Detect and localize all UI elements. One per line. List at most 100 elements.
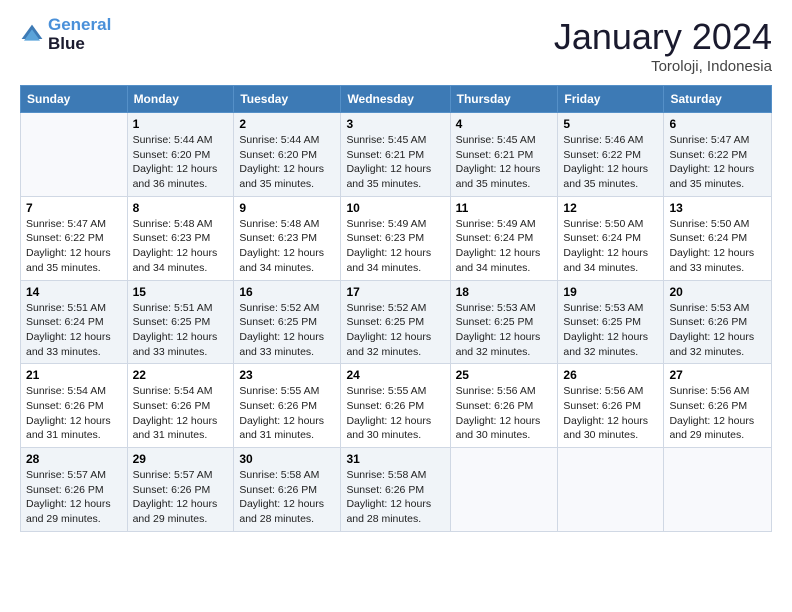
day-number: 22 <box>133 368 229 382</box>
calendar-cell: 9Sunrise: 5:48 AMSunset: 6:23 PMDaylight… <box>234 196 341 280</box>
day-info: Sunrise: 5:54 AMSunset: 6:26 PMDaylight:… <box>26 384 122 443</box>
day-number: 25 <box>456 368 553 382</box>
day-info: Sunrise: 5:47 AMSunset: 6:22 PMDaylight:… <box>669 133 766 192</box>
calendar-cell: 13 Sunrise: 5:50 AMSunset: 6:24 PMDayligh… <box>664 196 772 280</box>
calendar-cell: 28 Sunrise: 5:57 AMSunset: 6:26 PMDayligh… <box>21 448 128 532</box>
calendar-cell: 1 Sunrise: 5:44 AMSunset: 6:20 PMDaylight… <box>127 113 234 197</box>
day-number: 28 <box>26 452 122 466</box>
day-info: Sunrise: 5:45 AMSunset: 6:21 PMDaylight:… <box>456 133 553 192</box>
calendar-cell <box>450 448 558 532</box>
calendar-cell: 30 Sunrise: 5:58 AMSunset: 6:26 PMDayligh… <box>234 448 341 532</box>
day-number: 30 <box>239 452 335 466</box>
calendar-cell: 22 Sunrise: 5:54 AMSunset: 6:26 PMDayligh… <box>127 364 234 448</box>
day-info: Sunrise: 5:53 AMSunset: 6:25 PMDaylight:… <box>563 301 658 360</box>
calendar-week-row: 28 Sunrise: 5:57 AMSunset: 6:26 PMDayligh… <box>21 448 772 532</box>
day-number: 19 <box>563 285 658 299</box>
calendar-cell: 16 Sunrise: 5:52 AMSunset: 6:25 PMDayligh… <box>234 280 341 364</box>
day-info: Sunrise: 5:49 AMSunset: 6:24 PMDaylight:… <box>456 217 553 276</box>
day-info: Sunrise: 5:55 AMSunset: 6:26 PMDaylight:… <box>239 384 335 443</box>
page-header: General Blue January 2024 Toroloji, Indo… <box>20 16 772 75</box>
calendar-cell: 18 Sunrise: 5:53 AMSunset: 6:25 PMDayligh… <box>450 280 558 364</box>
calendar-cell: 4 Sunrise: 5:45 AMSunset: 6:21 PMDaylight… <box>450 113 558 197</box>
day-number: 5 <box>563 117 658 131</box>
column-header-sunday: Sunday <box>21 86 128 113</box>
column-header-friday: Friday <box>558 86 664 113</box>
calendar-cell: 31 Sunrise: 5:58 AMSunset: 6:26 PMDayligh… <box>341 448 450 532</box>
day-info: Sunrise: 5:50 AMSunset: 6:24 PMDaylight:… <box>563 217 658 276</box>
calendar-cell: 21 Sunrise: 5:54 AMSunset: 6:26 PMDayligh… <box>21 364 128 448</box>
day-number: 2 <box>239 117 335 131</box>
day-number: 18 <box>456 285 553 299</box>
day-info: Sunrise: 5:52 AMSunset: 6:25 PMDaylight:… <box>239 301 335 360</box>
logo-text-line2: Blue <box>48 35 111 54</box>
day-number: 17 <box>346 285 444 299</box>
calendar-cell: 7 Sunrise: 5:47 AMSunset: 6:22 PMDaylight… <box>21 196 128 280</box>
calendar-cell: 23 Sunrise: 5:55 AMSunset: 6:26 PMDayligh… <box>234 364 341 448</box>
day-number: 23 <box>239 368 335 382</box>
day-number: 24 <box>346 368 444 382</box>
calendar-cell: 10 Sunrise: 5:49 AMSunset: 6:23 PMDayligh… <box>341 196 450 280</box>
calendar-cell <box>558 448 664 532</box>
day-info: Sunrise: 5:56 AMSunset: 6:26 PMDaylight:… <box>669 384 766 443</box>
day-info: Sunrise: 5:58 AMSunset: 6:26 PMDaylight:… <box>346 468 444 527</box>
day-info: Sunrise: 5:47 AMSunset: 6:22 PMDaylight:… <box>26 217 122 276</box>
calendar-cell: 12 Sunrise: 5:50 AMSunset: 6:24 PMDayligh… <box>558 196 664 280</box>
day-info: Sunrise: 5:51 AMSunset: 6:25 PMDaylight:… <box>133 301 229 360</box>
day-info: Sunrise: 5:53 AMSunset: 6:26 PMDaylight:… <box>669 301 766 360</box>
calendar-cell: 26Sunrise: 5:56 AMSunset: 6:26 PMDayligh… <box>558 364 664 448</box>
day-info: Sunrise: 5:50 AMSunset: 6:24 PMDaylight:… <box>669 217 766 276</box>
day-number: 4 <box>456 117 553 131</box>
day-number: 7 <box>26 201 122 215</box>
day-number: 3 <box>346 117 444 131</box>
calendar-week-row: 21 Sunrise: 5:54 AMSunset: 6:26 PMDayligh… <box>21 364 772 448</box>
calendar-week-row: 1 Sunrise: 5:44 AMSunset: 6:20 PMDaylight… <box>21 113 772 197</box>
calendar-cell: 29 Sunrise: 5:57 AMSunset: 6:26 PMDayligh… <box>127 448 234 532</box>
day-number: 1 <box>133 117 229 131</box>
day-number: 16 <box>239 285 335 299</box>
day-info: Sunrise: 5:57 AMSunset: 6:26 PMDaylight:… <box>26 468 122 527</box>
column-header-monday: Monday <box>127 86 234 113</box>
day-info: Sunrise: 5:49 AMSunset: 6:23 PMDaylight:… <box>346 217 444 276</box>
day-number: 10 <box>346 201 444 215</box>
day-number: 15 <box>133 285 229 299</box>
calendar-cell: 14 Sunrise: 5:51 AMSunset: 6:24 PMDayligh… <box>21 280 128 364</box>
day-info: Sunrise: 5:46 AMSunset: 6:22 PMDaylight:… <box>563 133 658 192</box>
day-info: Sunrise: 5:58 AMSunset: 6:26 PMDaylight:… <box>239 468 335 527</box>
day-number: 31 <box>346 452 444 466</box>
day-number: 8 <box>133 201 229 215</box>
logo: General Blue <box>20 16 111 53</box>
logo-text-line1: General <box>48 16 111 35</box>
calendar-header-row: SundayMondayTuesdayWednesdayThursdayFrid… <box>21 86 772 113</box>
month-title: January 2024 <box>554 16 772 58</box>
column-header-thursday: Thursday <box>450 86 558 113</box>
day-info: Sunrise: 5:48 AMSunset: 6:23 PMDaylight:… <box>133 217 229 276</box>
calendar-week-row: 14 Sunrise: 5:51 AMSunset: 6:24 PMDayligh… <box>21 280 772 364</box>
calendar-cell: 6 Sunrise: 5:47 AMSunset: 6:22 PMDaylight… <box>664 113 772 197</box>
day-info: Sunrise: 5:56 AMSunset: 6:26 PMDaylight:… <box>456 384 553 443</box>
day-info: Sunrise: 5:48 AMSunset: 6:23 PMDaylight:… <box>239 217 335 276</box>
day-number: 20 <box>669 285 766 299</box>
day-info: Sunrise: 5:51 AMSunset: 6:24 PMDaylight:… <box>26 301 122 360</box>
day-info: Sunrise: 5:52 AMSunset: 6:25 PMDaylight:… <box>346 301 444 360</box>
day-info: Sunrise: 5:56 AMSunset: 6:26 PMDaylight:… <box>563 384 658 443</box>
calendar-cell: 24 Sunrise: 5:55 AMSunset: 6:26 PMDayligh… <box>341 364 450 448</box>
day-number: 13 <box>669 201 766 215</box>
day-number: 12 <box>563 201 658 215</box>
calendar-cell: 11 Sunrise: 5:49 AMSunset: 6:24 PMDayligh… <box>450 196 558 280</box>
day-info: Sunrise: 5:54 AMSunset: 6:26 PMDaylight:… <box>133 384 229 443</box>
day-number: 14 <box>26 285 122 299</box>
calendar-cell: 25 Sunrise: 5:56 AMSunset: 6:26 PMDayligh… <box>450 364 558 448</box>
day-number: 11 <box>456 201 553 215</box>
day-info: Sunrise: 5:44 AMSunset: 6:20 PMDaylight:… <box>133 133 229 192</box>
calendar-cell: 15 Sunrise: 5:51 AMSunset: 6:25 PMDayligh… <box>127 280 234 364</box>
day-number: 29 <box>133 452 229 466</box>
day-number: 21 <box>26 368 122 382</box>
day-number: 6 <box>669 117 766 131</box>
day-info: Sunrise: 5:57 AMSunset: 6:26 PMDaylight:… <box>133 468 229 527</box>
calendar-cell: 5 Sunrise: 5:46 AMSunset: 6:22 PMDaylight… <box>558 113 664 197</box>
day-info: Sunrise: 5:53 AMSunset: 6:25 PMDaylight:… <box>456 301 553 360</box>
calendar-body: 1 Sunrise: 5:44 AMSunset: 6:20 PMDaylight… <box>21 113 772 532</box>
day-info: Sunrise: 5:55 AMSunset: 6:26 PMDaylight:… <box>346 384 444 443</box>
calendar-cell <box>664 448 772 532</box>
calendar-cell: 17 Sunrise: 5:52 AMSunset: 6:25 PMDayligh… <box>341 280 450 364</box>
